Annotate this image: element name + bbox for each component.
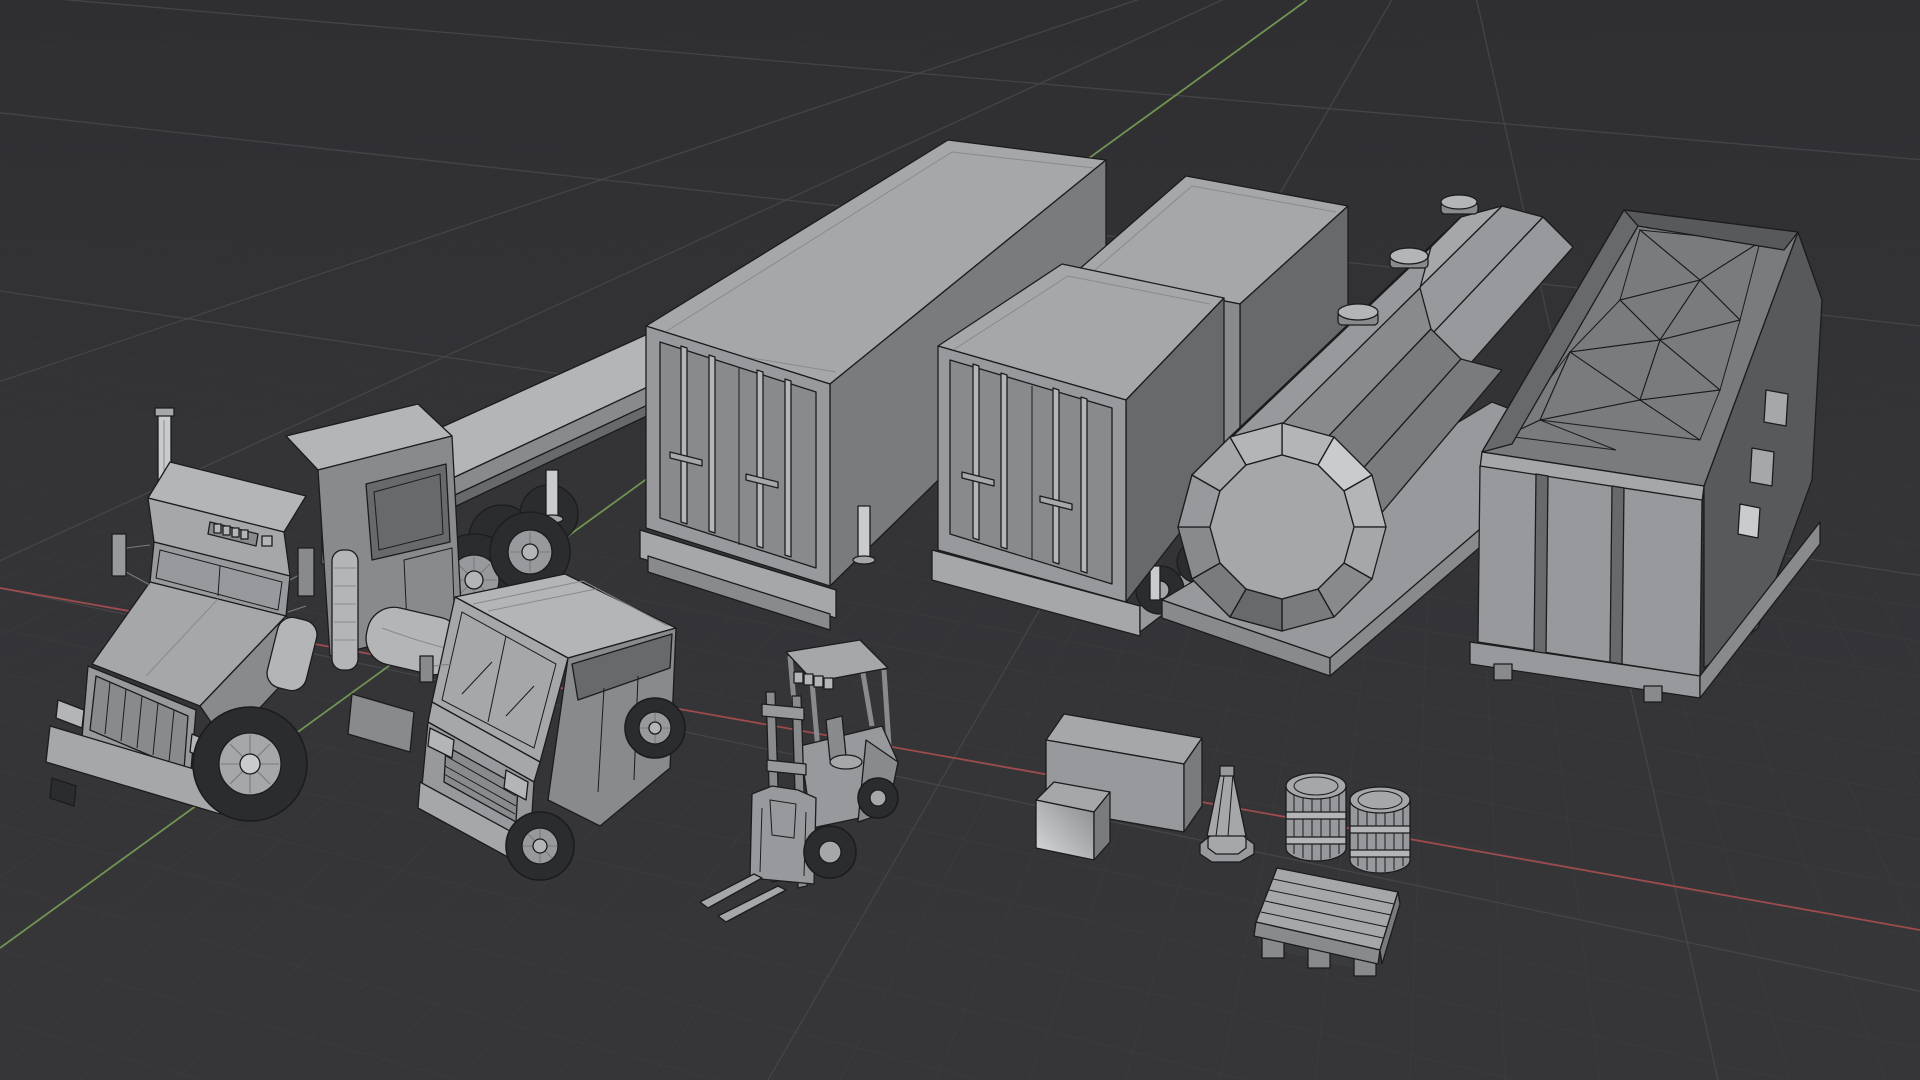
forklift-rear-wheel	[803, 825, 857, 879]
cone-tip	[1219, 765, 1235, 777]
landing-leg	[857, 505, 871, 559]
front-wheel	[192, 706, 308, 822]
landing-leg	[1149, 565, 1161, 601]
dump-foot	[1643, 685, 1663, 703]
van-front-wheel	[505, 811, 575, 881]
dump-front-wall	[1477, 465, 1703, 677]
seat-back	[825, 715, 847, 761]
barrel-1[interactable]	[1285, 772, 1347, 862]
steering-area	[829, 754, 863, 770]
cube-crate[interactable]	[1035, 781, 1111, 861]
scene-svg[interactable]	[0, 0, 1920, 1080]
barrel-ring	[1349, 849, 1411, 858]
barrel-2[interactable]	[1349, 786, 1411, 874]
barrel-ring	[1285, 836, 1347, 845]
barrel-ring	[1285, 811, 1347, 820]
viewport-canvas[interactable]	[0, 0, 1920, 1080]
van-rear-wheel	[624, 697, 686, 759]
forklift-front-wheel	[857, 777, 899, 819]
barrel-ring	[1349, 825, 1411, 834]
dump-foot	[1493, 663, 1513, 681]
landing-leg-foot	[852, 555, 876, 565]
flatbed-landing-leg	[545, 469, 559, 517]
fork-carriage	[749, 785, 817, 885]
